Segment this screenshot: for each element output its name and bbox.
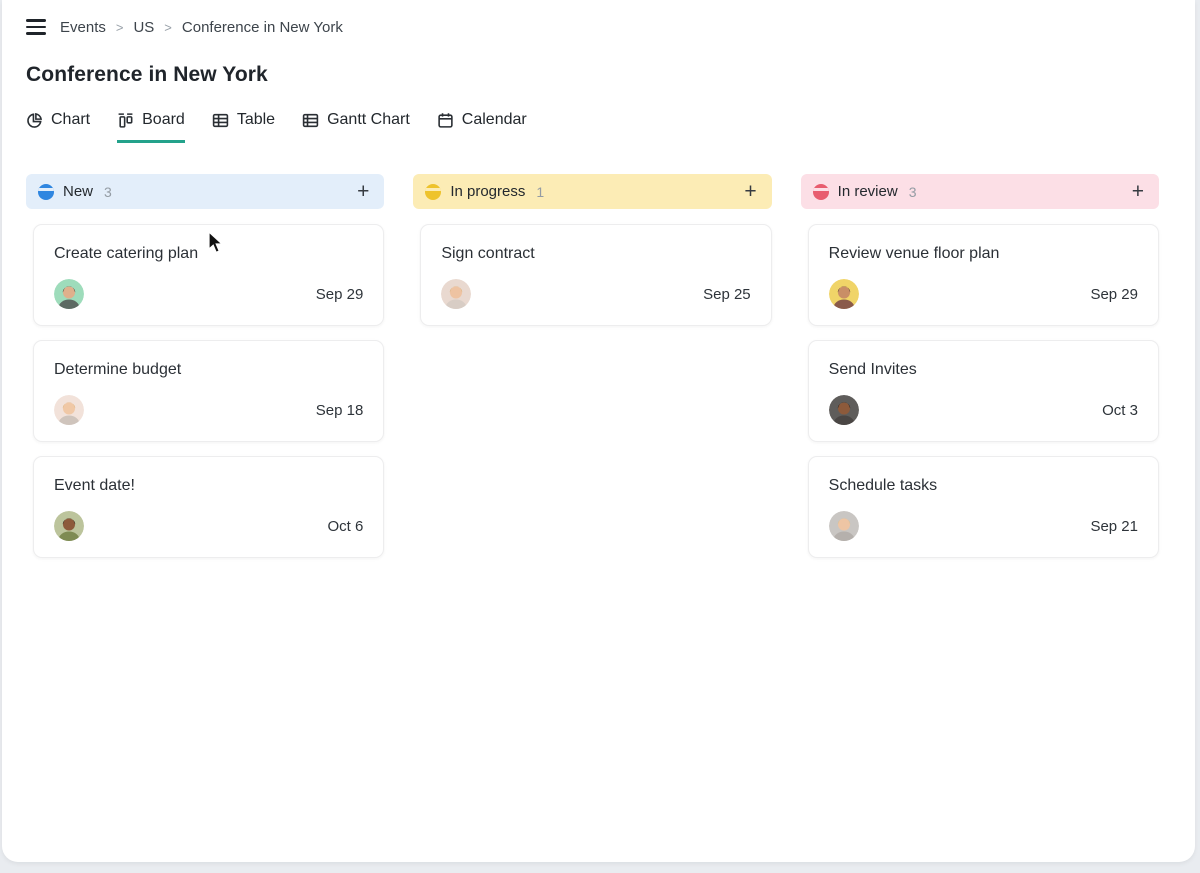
due-date: Oct 6 (327, 518, 363, 535)
assignee-avatar (54, 395, 84, 425)
task-title: Create catering plan (54, 243, 363, 264)
due-date: Sep 29 (316, 286, 364, 303)
board-icon (117, 112, 134, 129)
card-list: Review venue floor plan Sep 29 (808, 224, 1159, 558)
page-title: Conference in New York (26, 63, 1171, 87)
due-date: Sep 29 (1090, 286, 1138, 303)
tab-label: Gantt Chart (327, 111, 410, 129)
task-title: Review venue floor plan (829, 243, 1138, 264)
view-tabs: Chart Board Table (26, 111, 1171, 143)
task-card[interactable]: Review venue floor plan Sep 29 (808, 224, 1159, 326)
due-date: Sep 25 (703, 286, 751, 303)
column-count: 1 (536, 184, 544, 200)
kanban-board: New 3 + Create catering plan (26, 174, 1159, 558)
pie-chart-icon (26, 112, 43, 129)
task-title: Determine budget (54, 359, 363, 380)
task-card[interactable]: Schedule tasks Sep 21 (808, 456, 1159, 558)
tab-board[interactable]: Board (117, 111, 185, 143)
add-card-button[interactable]: + (1131, 181, 1145, 202)
due-date: Oct 3 (1102, 402, 1138, 419)
task-title: Sign contract (441, 243, 750, 264)
breadcrumb-item-events[interactable]: Events (60, 19, 106, 36)
column-header[interactable]: In progress 1 + (413, 174, 771, 209)
calendar-icon (437, 112, 454, 129)
status-icon (425, 184, 441, 200)
column-count: 3 (909, 184, 917, 200)
gantt-chart-icon (302, 112, 319, 129)
column-title: In review (838, 183, 898, 200)
add-card-button[interactable]: + (743, 181, 757, 202)
due-date: Sep 18 (316, 402, 364, 419)
tab-label: Table (237, 111, 275, 129)
tab-calendar[interactable]: Calendar (437, 111, 527, 143)
due-date: Sep 21 (1090, 518, 1138, 535)
add-card-button[interactable]: + (356, 181, 370, 202)
status-icon (813, 184, 829, 200)
tab-gantt-chart[interactable]: Gantt Chart (302, 111, 410, 143)
tab-label: Chart (51, 111, 90, 129)
task-title: Send Invites (829, 359, 1138, 380)
column-title: In progress (450, 183, 525, 200)
task-card[interactable]: Event date! Oct 6 (33, 456, 384, 558)
tab-label: Calendar (462, 111, 527, 129)
tab-table[interactable]: Table (212, 111, 275, 143)
column-header[interactable]: New 3 + (26, 174, 384, 209)
hamburger-menu-icon[interactable] (26, 19, 46, 35)
breadcrumb-separator-icon: > (164, 20, 172, 35)
task-title: Event date! (54, 475, 363, 496)
breadcrumb-separator-icon: > (116, 20, 124, 35)
assignee-avatar (829, 395, 859, 425)
column-header[interactable]: In review 3 + (801, 174, 1159, 209)
column-in-review: In review 3 + Review venue floor plan (801, 174, 1159, 558)
assignee-avatar (54, 511, 84, 541)
assignee-avatar (829, 279, 859, 309)
assignee-avatar (829, 511, 859, 541)
breadcrumb-item-current: Conference in New York (182, 19, 343, 36)
table-icon (212, 112, 229, 129)
breadcrumb: Events > US > Conference in New York (60, 19, 343, 36)
top-bar: Events > US > Conference in New York (26, 16, 1171, 38)
status-icon (38, 184, 54, 200)
task-card[interactable]: Determine budget Sep 18 (33, 340, 384, 442)
tab-chart[interactable]: Chart (26, 111, 90, 143)
task-title: Schedule tasks (829, 475, 1138, 496)
assignee-avatar (441, 279, 471, 309)
column-count: 3 (104, 184, 112, 200)
column-new: New 3 + Create catering plan (26, 174, 384, 558)
task-card[interactable]: Sign contract Sep 25 (420, 224, 771, 326)
column-title: New (63, 183, 93, 200)
tab-label: Board (142, 111, 185, 129)
task-card[interactable]: Create catering plan Sep 29 (33, 224, 384, 326)
content-panel: Events > US > Conference in New York Con… (2, 0, 1195, 862)
card-list: Sign contract Sep 25 (420, 224, 771, 326)
task-card[interactable]: Send Invites Oct 3 (808, 340, 1159, 442)
column-in-progress: In progress 1 + Sign contract (413, 174, 771, 558)
card-list: Create catering plan Sep 29 (33, 224, 384, 558)
breadcrumb-item-us[interactable]: US (133, 19, 154, 36)
assignee-avatar (54, 279, 84, 309)
